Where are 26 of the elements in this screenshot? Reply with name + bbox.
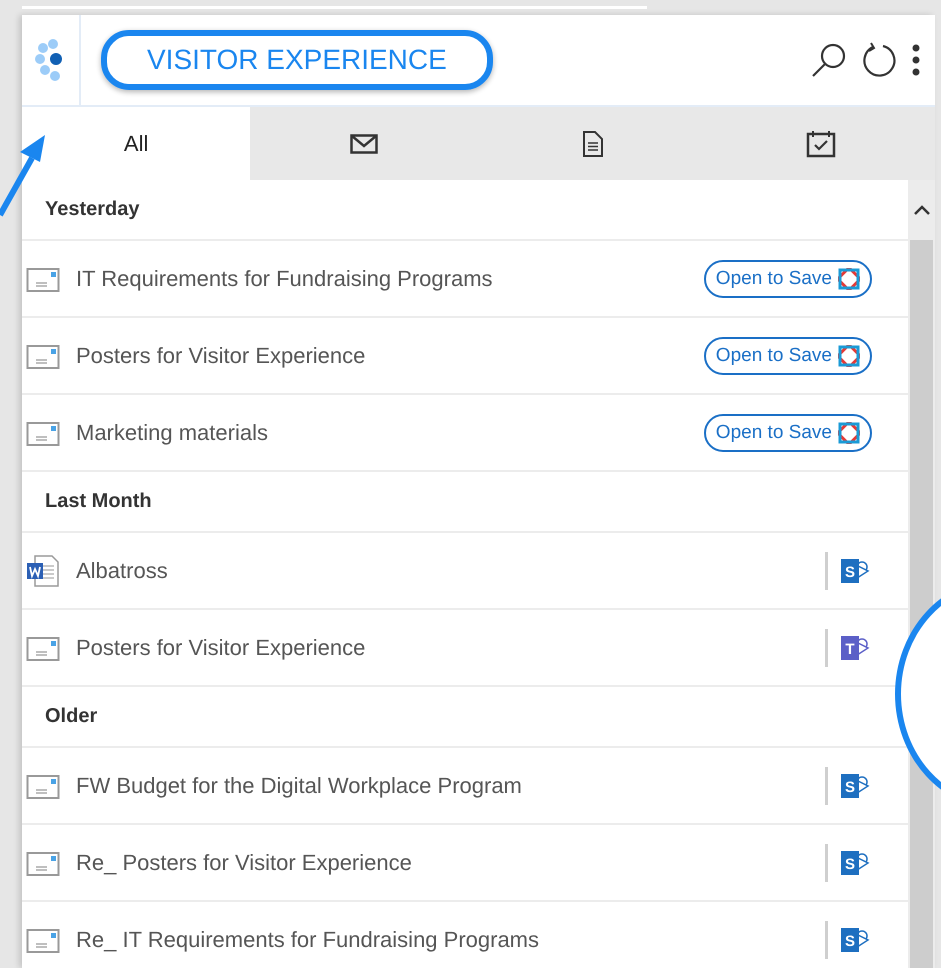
open-to-save-button[interactable]: Open to Save bbox=[704, 260, 872, 298]
panel-title: VISITOR EXPERIENCE bbox=[101, 30, 493, 90]
item-title[interactable]: Re_ Posters for Visitor Experience bbox=[76, 850, 412, 876]
calendar-check-icon bbox=[806, 130, 836, 158]
word-document-icon bbox=[26, 554, 60, 588]
group-heading: Yesterday bbox=[22, 180, 908, 241]
more-options-icon[interactable] bbox=[911, 44, 921, 76]
item-title[interactable]: Posters for Visitor Experience bbox=[76, 342, 366, 368]
save-logo-icon bbox=[838, 422, 860, 444]
item-title[interactable]: Marketing materials bbox=[76, 420, 268, 446]
mail-icon bbox=[350, 134, 378, 154]
group-heading: Last Month bbox=[22, 472, 908, 533]
item-title[interactable]: IT Requirements for Fundraising Programs bbox=[76, 266, 493, 292]
item-title[interactable]: FW Budget for the Digital Workplace Program bbox=[76, 772, 522, 798]
refresh-icon[interactable] bbox=[861, 42, 897, 78]
open-to-save-button[interactable]: Open to Save bbox=[704, 336, 872, 374]
save-logo-icon bbox=[838, 268, 860, 290]
document-icon bbox=[582, 130, 604, 156]
open-to-save-button[interactable]: Open to Save bbox=[704, 414, 872, 452]
save-logo-icon bbox=[838, 344, 860, 366]
search-icon[interactable] bbox=[811, 42, 847, 78]
item-title[interactable]: Albatross bbox=[76, 558, 168, 584]
item-title[interactable]: Posters for Visitor Experience bbox=[76, 634, 366, 660]
all-tab[interactable]: All bbox=[22, 107, 250, 180]
item-title[interactable]: Re_ IT Requirements for Fundraising Programs bbox=[76, 926, 540, 952]
scroll-up-icon[interactable] bbox=[912, 204, 930, 216]
